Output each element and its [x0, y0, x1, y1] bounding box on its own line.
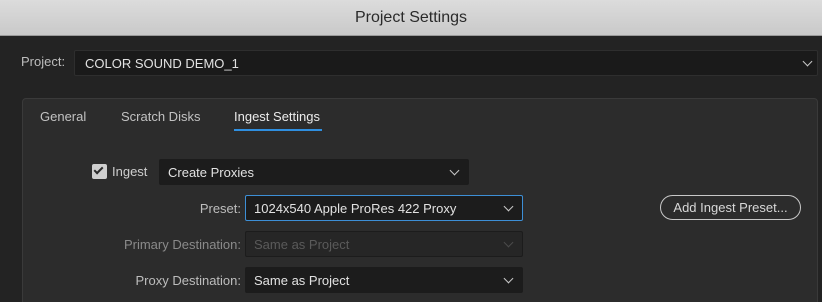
add-ingest-preset-button[interactable]: Add Ingest Preset... [660, 195, 801, 220]
ingest-checkbox[interactable] [92, 164, 107, 179]
chevron-down-icon [503, 201, 514, 212]
tab-general[interactable]: General [40, 109, 86, 124]
preset-select-value: 1024x540 Apple ProRes 422 Proxy [254, 201, 457, 216]
window-titlebar: Project Settings [0, 0, 822, 36]
project-select-value: COLOR SOUND DEMO_1 [85, 56, 239, 71]
checkmark-icon [93, 164, 104, 175]
settings-panel: General Scratch Disks Ingest Settings In… [22, 98, 818, 302]
primary-destination-label: Primary Destination: [123, 237, 241, 252]
proxy-destination-value: Same as Project [254, 273, 350, 288]
proxy-destination-label: Proxy Destination: [135, 273, 242, 288]
active-tab-indicator [234, 129, 322, 131]
project-select[interactable]: COLOR SOUND DEMO_1 [74, 50, 818, 76]
primary-destination-value: Same as Project [254, 237, 350, 252]
project-row: Project: COLOR SOUND DEMO_1 [0, 36, 822, 88]
ingest-mode-select[interactable]: Create Proxies [159, 159, 469, 185]
preset-label: Preset: [199, 201, 241, 216]
preset-select[interactable]: 1024x540 Apple ProRes 422 Proxy [245, 195, 523, 221]
ingest-checkbox-label[interactable]: Ingest [112, 164, 147, 179]
tab-scratch-disks[interactable]: Scratch Disks [121, 109, 200, 124]
chevron-down-icon [503, 273, 514, 284]
window-title: Project Settings [354, 8, 468, 26]
chevron-down-icon [449, 165, 460, 176]
chevron-down-icon [503, 237, 514, 248]
chevron-down-icon [802, 56, 813, 67]
ingest-mode-value: Create Proxies [168, 165, 254, 180]
primary-destination-select: Same as Project [245, 231, 523, 257]
tab-ingest-settings[interactable]: Ingest Settings [234, 109, 320, 124]
proxy-destination-select[interactable]: Same as Project [245, 267, 523, 293]
project-label: Project: [21, 54, 66, 69]
